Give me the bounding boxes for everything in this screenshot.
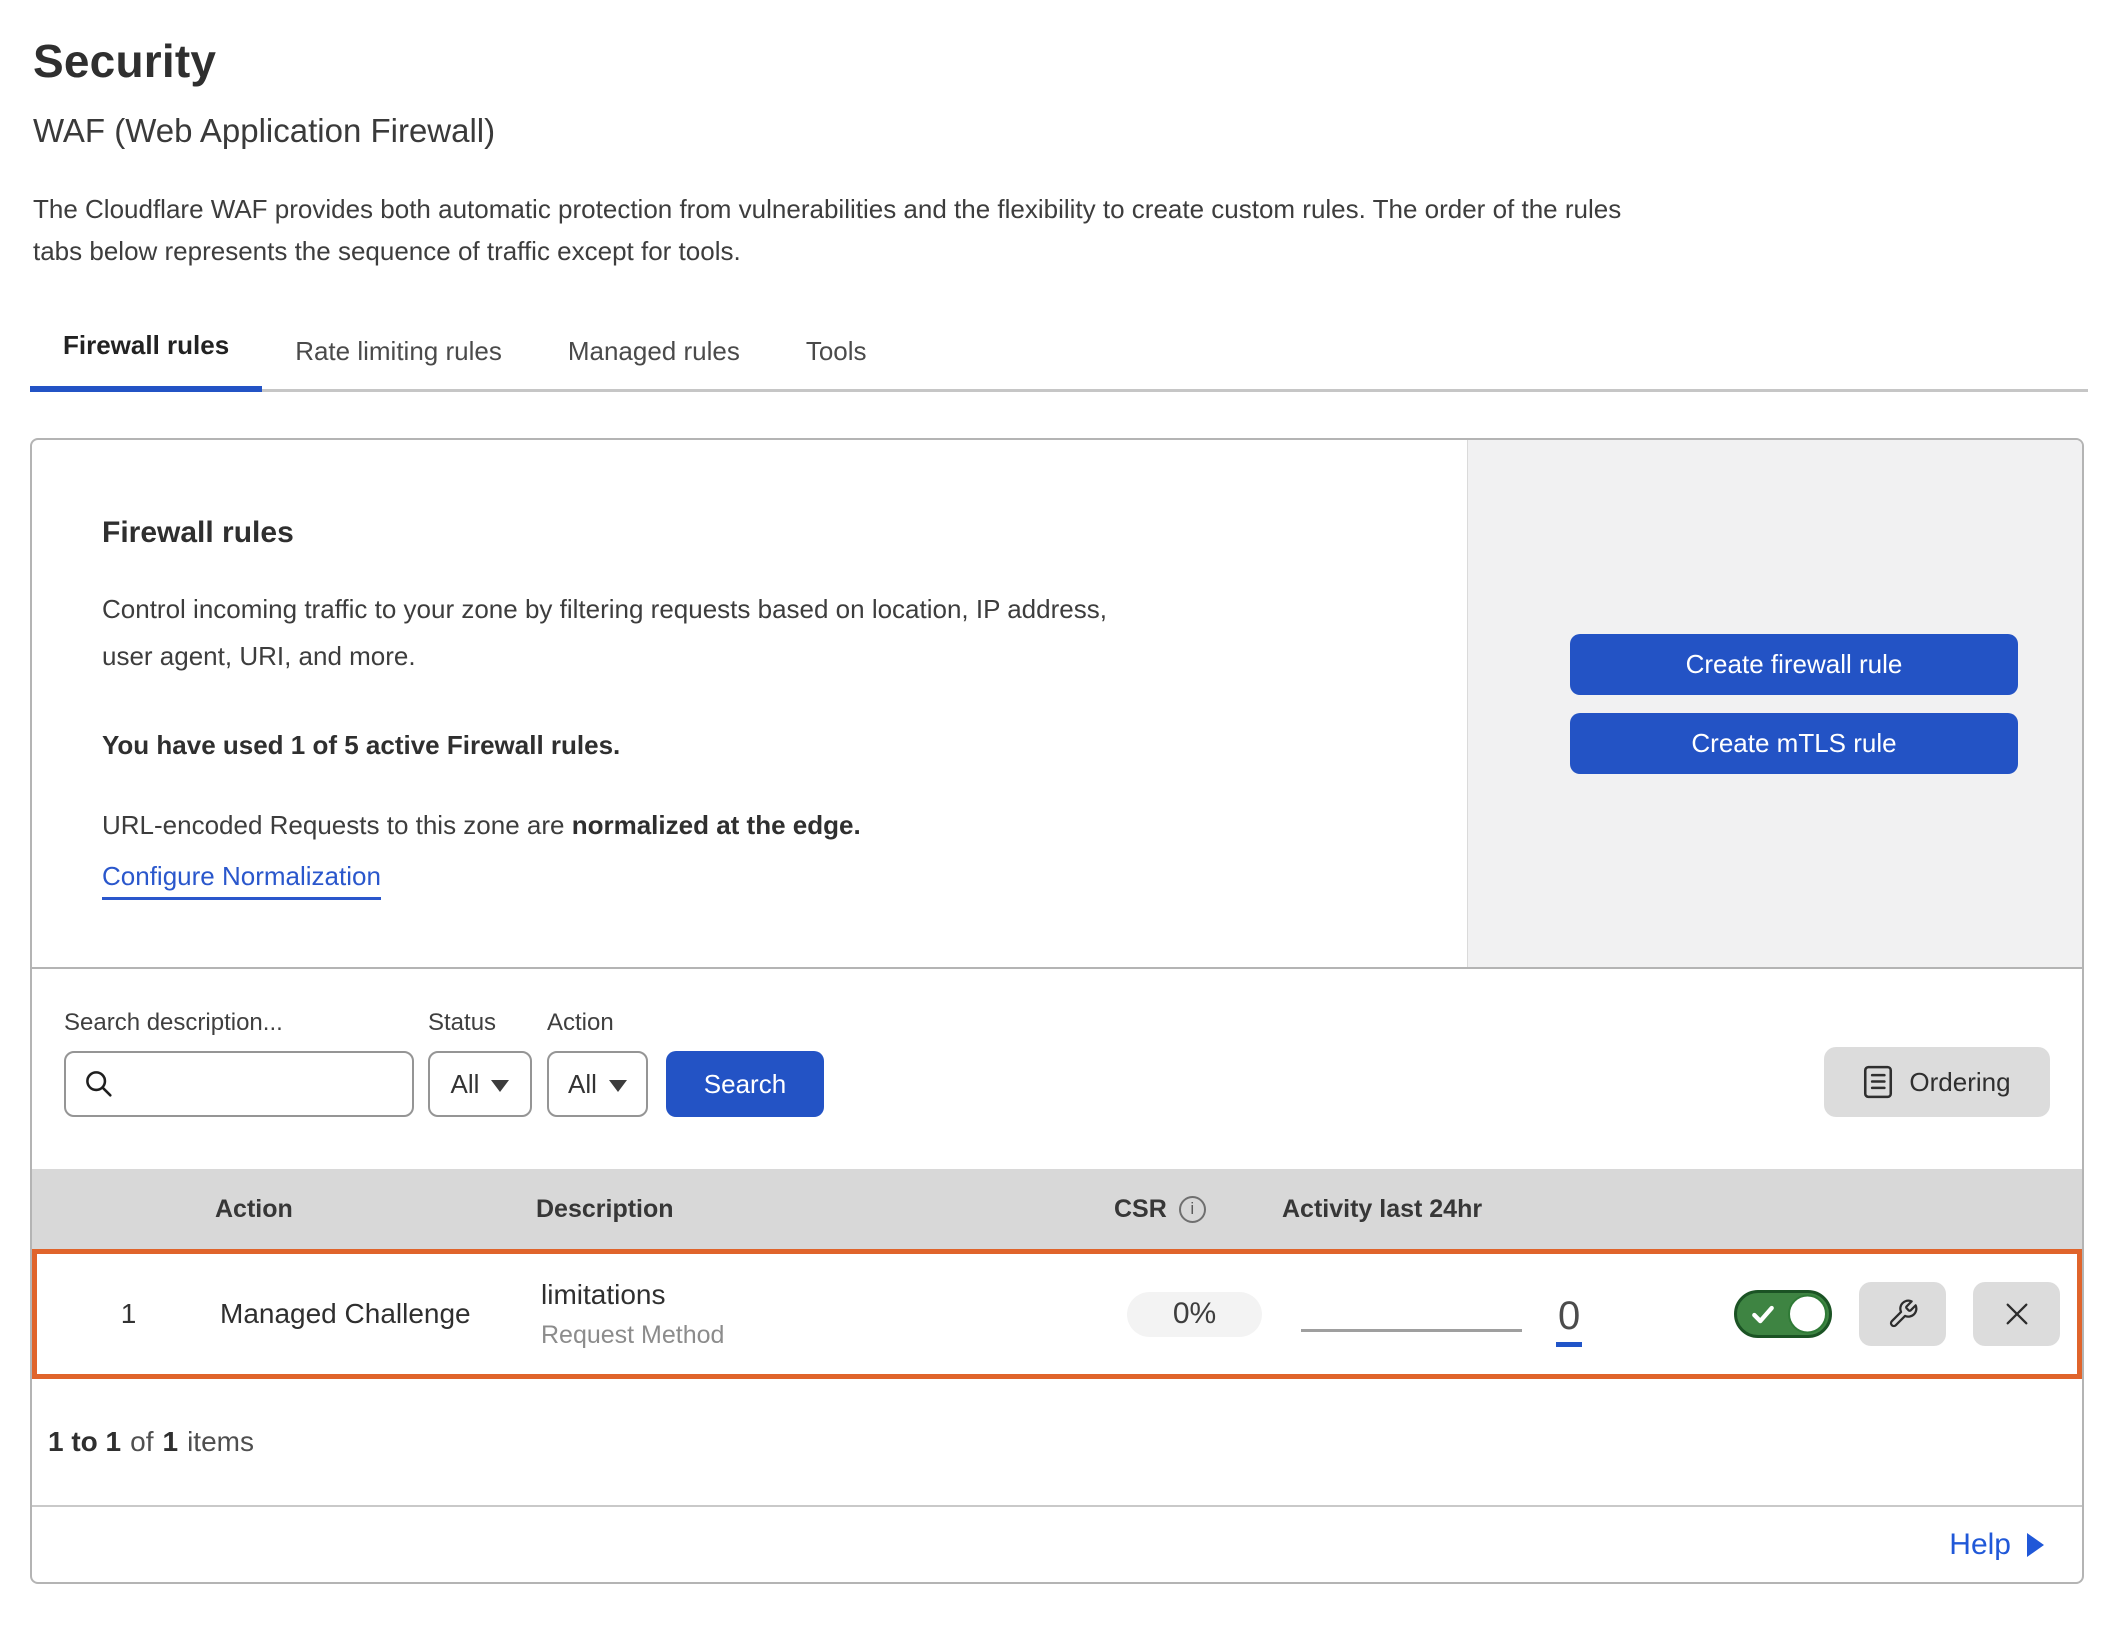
search-icon (82, 1067, 116, 1101)
actions-panel: Create firewall rule Create mTLS rule (1467, 440, 2082, 967)
items-of: of (130, 1426, 153, 1458)
close-icon (2001, 1298, 2033, 1330)
items-total: 1 (163, 1426, 179, 1457)
items-count: 1 to 1 of 1 items (32, 1379, 2082, 1505)
activity-sparkline (1301, 1329, 1522, 1332)
rule-controls (1645, 1282, 2077, 1346)
header-csr: CSR i (1080, 1195, 1270, 1224)
configure-normalization-link[interactable]: Configure Normalization (102, 861, 381, 900)
wrench-icon (1887, 1298, 1919, 1330)
tab-managed-rules[interactable]: Managed rules (535, 336, 773, 392)
help-row: Help (32, 1505, 2082, 1582)
csr-badge: 0% (1127, 1292, 1262, 1337)
tab-bar: Firewall rules Rate limiting rules Manag… (30, 330, 2088, 392)
tab-firewall-rules[interactable]: Firewall rules (30, 330, 262, 392)
tab-rate-limiting-rules[interactable]: Rate limiting rules (262, 336, 535, 392)
tab-tools[interactable]: Tools (773, 336, 900, 392)
normalization-text: URL-encoded Requests to this zone are no… (102, 810, 1397, 841)
card-heading: Firewall rules (102, 516, 1397, 550)
chevron-down-icon (609, 1080, 627, 1092)
table-header: Action Description CSR i Activity last 2… (32, 1169, 2082, 1249)
rule-enabled-toggle[interactable] (1734, 1290, 1832, 1338)
search-input[interactable] (64, 1051, 414, 1117)
ordering-button[interactable]: Ordering (1824, 1047, 2050, 1117)
firewall-rules-card-content: Firewall rules Control incoming traffic … (32, 440, 1467, 967)
action-select[interactable]: All (547, 1051, 648, 1117)
waf-security-page: Security WAF (Web Application Firewall) … (0, 0, 2114, 1638)
help-link[interactable]: Help (1949, 1528, 2044, 1562)
card-description-line2: user agent, URI, and more. (102, 641, 416, 671)
action-field: Action All (547, 1009, 666, 1117)
page-description-line1: The Cloudflare WAF provides both automat… (33, 194, 1621, 224)
help-label: Help (1949, 1528, 2011, 1562)
action-select-value: All (568, 1069, 597, 1100)
status-field: Status All (428, 1009, 547, 1117)
items-word: items (187, 1426, 254, 1458)
firewall-rules-card: Firewall rules Control incoming traffic … (30, 438, 2084, 969)
activity-count-link[interactable]: 0 (1556, 1294, 1582, 1347)
edit-rule-button[interactable] (1859, 1282, 1946, 1346)
page-title: Security (33, 34, 2081, 88)
filter-bar: Search description... Status All (32, 969, 2082, 1169)
status-label: Status (428, 1009, 547, 1037)
page-header: Security WAF (Web Application Firewall) … (0, 0, 2114, 272)
toggle-knob (1788, 1295, 1827, 1334)
chevron-down-icon (491, 1080, 509, 1092)
card-description-line1: Control incoming traffic to your zone by… (102, 594, 1107, 624)
page-subtitle: WAF (Web Application Firewall) (33, 112, 2081, 150)
search-text-input[interactable] (128, 1069, 463, 1100)
rule-description: limitations (541, 1279, 1085, 1311)
usage-text: You have used 1 of 5 active Firewall rul… (102, 730, 1397, 761)
status-select-value: All (451, 1069, 480, 1100)
search-button[interactable]: Search (666, 1051, 824, 1117)
items-range: 1 to 1 (48, 1426, 121, 1457)
ordering-icon (1863, 1065, 1893, 1099)
create-firewall-rule-button[interactable]: Create firewall rule (1570, 634, 2018, 695)
create-mtls-rule-button[interactable]: Create mTLS rule (1570, 713, 2018, 774)
rule-activity-cell: 0 (1275, 1288, 1645, 1341)
firewall-rule-row: 1 Managed Challenge limitations Request … (32, 1249, 2082, 1379)
normalization-prefix: URL-encoded Requests to this zone are (102, 810, 572, 840)
status-select[interactable]: All (428, 1051, 532, 1117)
header-csr-label: CSR (1114, 1195, 1167, 1224)
info-icon[interactable]: i (1179, 1196, 1206, 1223)
rules-table: Action Description CSR i Activity last 2… (32, 1169, 2082, 1379)
rule-csr-cell: 0% (1085, 1292, 1275, 1337)
check-icon (1750, 1301, 1776, 1327)
help-arrow-icon (2027, 1533, 2044, 1557)
header-description: Description (505, 1195, 1080, 1224)
action-label: Action (547, 1009, 666, 1037)
rule-description-cell: limitations Request Method (510, 1279, 1085, 1350)
rules-list-card: Search description... Status All (30, 969, 2084, 1584)
page-description: The Cloudflare WAF provides both automat… (33, 188, 2081, 272)
page-description-line2: tabs below represents the sequence of tr… (33, 236, 741, 266)
rule-action: Managed Challenge (220, 1298, 510, 1330)
ordering-button-label: Ordering (1909, 1067, 2010, 1098)
normalization-bold: normalized at the edge. (572, 810, 861, 840)
rule-description-sub: Request Method (541, 1321, 1085, 1350)
rule-number: 1 (37, 1298, 220, 1330)
delete-rule-button[interactable] (1973, 1282, 2060, 1346)
header-activity: Activity last 24hr (1270, 1195, 1640, 1224)
header-action: Action (215, 1195, 505, 1224)
card-description: Control incoming traffic to your zone by… (102, 586, 1397, 680)
search-description-label: Search description... (64, 1009, 428, 1037)
search-field: Search description... (64, 1009, 428, 1117)
